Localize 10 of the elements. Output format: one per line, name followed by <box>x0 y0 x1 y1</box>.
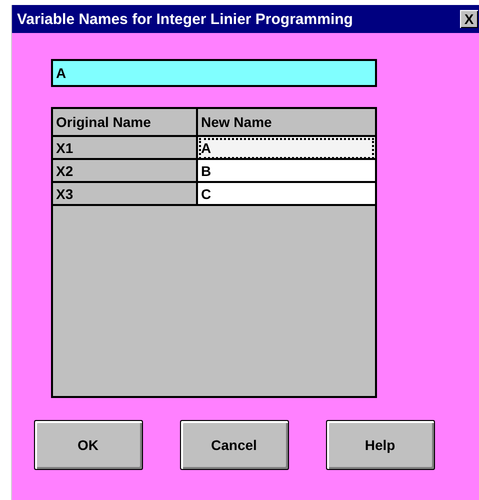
window-title: Variable Names for Integer Linier Programming <box>17 10 353 28</box>
ok-button[interactable]: OK <box>34 420 142 470</box>
table-cell[interactable]: B <box>198 160 375 183</box>
input-field[interactable]: A <box>51 59 377 87</box>
column-header: Original Name <box>53 109 198 137</box>
help-button[interactable]: Help <box>326 420 434 470</box>
table-cell[interactable]: A <box>198 137 375 160</box>
cancel-button[interactable]: Cancel <box>180 420 288 470</box>
close-button[interactable]: X <box>460 10 478 28</box>
table-cell[interactable]: C <box>198 183 375 206</box>
